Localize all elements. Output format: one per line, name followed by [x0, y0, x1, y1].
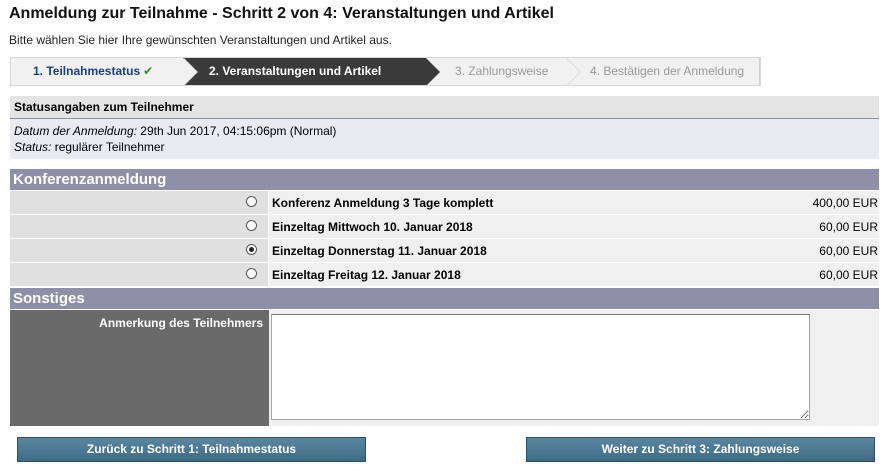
option-name: Konferenz Anmeldung 3 Tage komplett: [272, 195, 494, 210]
option-price: 60,00 EUR: [819, 243, 878, 258]
conference-options: Konferenz Anmeldung 3 Tage komplett 400,…: [10, 191, 879, 287]
status-value: regulärer Teilnehmer: [54, 140, 165, 154]
comment-cell: [269, 310, 879, 426]
option-name: Einzeltag Freitag 12. Januar 2018: [272, 267, 461, 282]
status-heading: Statusangaben zum Teilnehmer: [10, 96, 879, 119]
step-wizard: 1. Teilnahmestatus ✔ 2. Veranstaltungen u…: [10, 57, 761, 86]
step-label: 4. Bestätigen der Anmeldung: [590, 64, 745, 78]
step-divider: [759, 58, 760, 85]
option-radio-cell: [10, 263, 269, 286]
option-price: 400,00 EUR: [812, 195, 878, 210]
option-details: Einzeltag Donnerstag 11. Januar 2018 60,…: [269, 239, 879, 262]
step-zahlungsweise: 3. Zahlungsweise: [426, 58, 581, 85]
step-label: 2. Veranstaltungen und Artikel: [209, 64, 382, 78]
section-heading-sonstiges: Sonstiges: [10, 288, 879, 309]
comment-textarea[interactable]: [271, 314, 810, 420]
comment-row: Anmerkung des Teilnehmers: [10, 310, 879, 426]
radio-button[interactable]: [246, 268, 257, 279]
back-button[interactable]: Zurück zu Schritt 1: Teilnahmestatus: [17, 437, 366, 462]
option-radio-cell: [10, 191, 269, 214]
step-teilnahmestatus[interactable]: 1. Teilnahmestatus ✔: [11, 58, 198, 85]
registration-date-label: Datum der Anmeldung:: [14, 124, 137, 138]
option-name: Einzeltag Donnerstag 11. Januar 2018: [272, 243, 487, 258]
list-item[interactable]: Einzeltag Freitag 12. Januar 2018 60,00 …: [10, 263, 879, 287]
chevron-right-icon: [183, 58, 197, 85]
status-details: Datum der Anmeldung: 29th Jun 2017, 04:1…: [10, 119, 879, 159]
step-label: 3. Zahlungsweise: [455, 64, 549, 78]
option-details: Konferenz Anmeldung 3 Tage komplett 400,…: [269, 191, 879, 214]
checkmark-icon: ✔: [143, 64, 154, 78]
option-details: Einzeltag Mittwoch 10. Januar 2018 60,00…: [269, 215, 879, 238]
option-details: Einzeltag Freitag 12. Januar 2018 60,00 …: [269, 263, 879, 286]
chevron-right-icon: [566, 58, 580, 85]
next-button[interactable]: Weiter zu Schritt 3: Zahlungsweise: [526, 437, 875, 462]
radio-button[interactable]: [246, 196, 257, 207]
radio-button[interactable]: [246, 244, 257, 255]
option-name: Einzeltag Mittwoch 10. Januar 2018: [272, 219, 473, 234]
step-label: 1. Teilnahmestatus: [33, 64, 141, 78]
status-label: Status:: [14, 140, 52, 154]
section-heading-konferenz: Konferenzanmeldung: [10, 169, 879, 190]
registration-date-value: 29th Jun 2017, 04:15:06pm (Normal): [140, 124, 337, 138]
list-item[interactable]: Konferenz Anmeldung 3 Tage komplett 400,…: [10, 191, 879, 215]
participant-status-panel: Statusangaben zum Teilnehmer Datum der A…: [10, 96, 879, 159]
comment-label: Anmerkung des Teilnehmers: [10, 310, 269, 426]
list-item[interactable]: Einzeltag Mittwoch 10. Januar 2018 60,00…: [10, 215, 879, 239]
option-price: 60,00 EUR: [819, 219, 878, 234]
option-price: 60,00 EUR: [819, 267, 878, 282]
page-subtitle: Bitte wählen Sie hier Ihre gewünschten V…: [9, 33, 392, 47]
page-title: Anmeldung zur Teilnahme - Schritt 2 von …: [9, 5, 554, 22]
chevron-right-icon: [426, 58, 440, 85]
list-item[interactable]: Einzeltag Donnerstag 11. Januar 2018 60,…: [10, 239, 879, 263]
step-bestaetigen: 4. Bestätigen der Anmeldung: [566, 58, 760, 85]
option-radio-cell: [10, 239, 269, 262]
step-veranstaltungen: 2. Veranstaltungen und Artikel: [183, 58, 440, 85]
option-radio-cell: [10, 215, 269, 238]
radio-button[interactable]: [246, 220, 257, 231]
